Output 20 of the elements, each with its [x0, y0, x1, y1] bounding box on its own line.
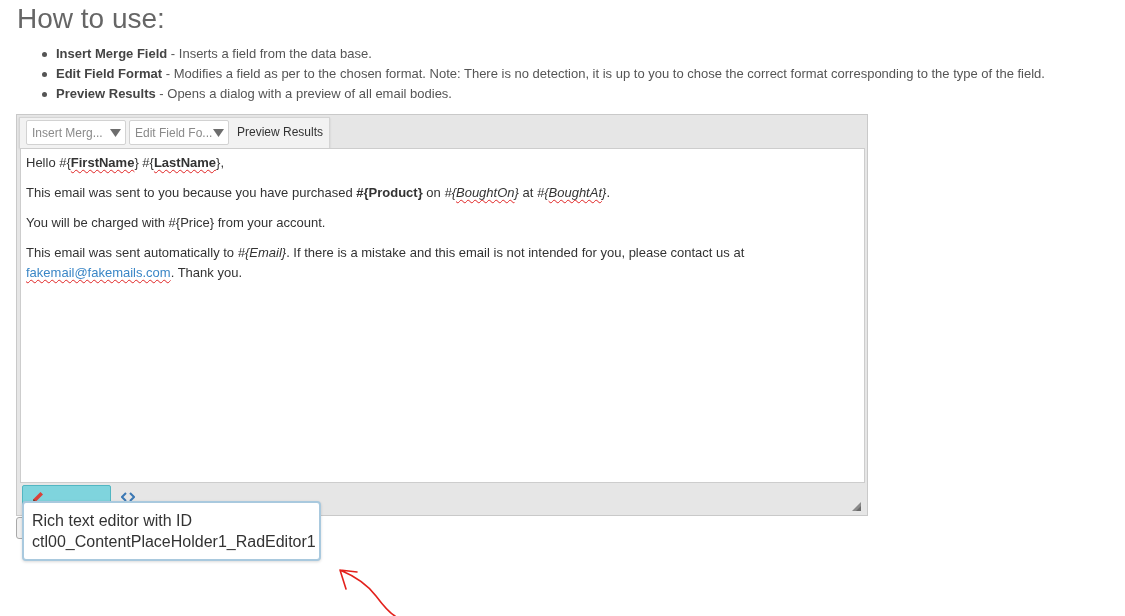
email-paragraph: This email was sent automatically to #{Email}. If there is a mistake and this email is not intended for you, please contact us at fakemail@fakemails.com. Thank you. [26, 244, 746, 282]
instruction-text: Insert Merge Field - Inserts a field from the data base. [56, 45, 372, 63]
email-link[interactable]: fakemail@fakemails.com [26, 265, 171, 280]
pencil-icon [33, 491, 43, 502]
email-paragraph: Hello #{FirstName} #{LastName}, [26, 154, 226, 172]
instruction-text: Edit Field Format - Modifies a field as per to the chosen format. Note: There is no detection, it is up to you to chose the correct format corresponding to the type of the field. [56, 65, 1045, 83]
bullet-icon [42, 51, 47, 57]
caret-icon [110, 128, 121, 137]
email-paragraph: You will be charged with #{Price} from your account. [26, 214, 327, 232]
instruction-text: Preview Results - Opens a dialog with a preview of all email bodies. [56, 85, 452, 103]
bullet-icon [42, 91, 47, 97]
resize-grip-icon[interactable] [852, 502, 861, 511]
toolbar-button[interactable]: Preview Results [231, 120, 329, 143]
dropdown[interactable]: Edit Field Fo... [129, 120, 229, 145]
dropdown[interactable]: Insert Merg... [26, 120, 126, 145]
page-heading: How to use: [17, 2, 166, 36]
caret-icon [212, 128, 224, 137]
code-brackets-icon [121, 491, 135, 502]
bullet-icon [42, 71, 47, 77]
email-paragraph: This email was sent to you because you have purchased #{Product} on #{BoughtOn} at #{BoughtAt}. [26, 184, 611, 202]
